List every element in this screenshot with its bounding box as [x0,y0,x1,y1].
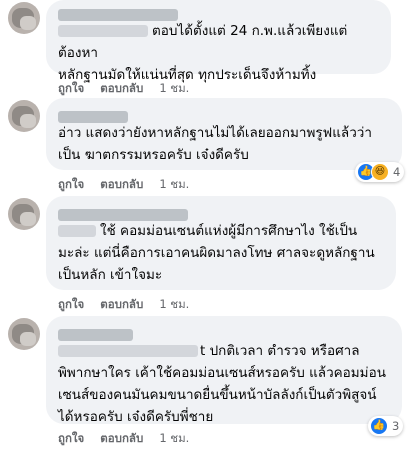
comment-actions: ถูกใจ ตอบกลับ 1 ชม. [58,80,201,98]
commenter-name[interactable] [58,4,379,21]
comment-bubble: ตอบได้ตั้งแต่ 24 ก.พ.แล้วเพียงแต่ต้องหา … [46,0,391,83]
comment-actions: ถูกใจ ตอบกลับ 1 ชม. [58,430,201,448]
like-icon: 👍 [370,417,388,435]
avatar[interactable] [8,318,40,350]
timestamp[interactable]: 1 ชม. [159,297,189,311]
reaction-summary[interactable]: 👍 3 [368,416,404,436]
avatar[interactable] [8,2,40,34]
timestamp[interactable]: 1 ชม. [159,431,189,445]
comment-text: ตอบได้ตั้งแต่ 24 ก.พ.แล้วเพียงแต่ต้องหา … [58,23,348,83]
avatar[interactable] [8,100,40,132]
like-link[interactable]: ถูกใจ [58,177,84,191]
reaction-count: 3 [392,419,400,433]
commenter-name[interactable] [58,106,390,123]
comment-text: อ่าว แสดงว่ายังหาหลักฐานไม่ได้เลยออกมาพร… [58,125,372,163]
commenter-name[interactable] [58,204,384,221]
commenter-name[interactable] [58,324,390,341]
comment-actions: ถูกใจ ตอบกลับ 1 ชม. [58,176,201,194]
like-link[interactable]: ถูกใจ [58,81,84,95]
timestamp[interactable]: 1 ชม. [159,81,189,95]
like-link[interactable]: ถูกใจ [58,431,84,445]
comment-bubble: t ปกติเวลา ตำรวจ หรือศาล พิพากษาใคร เค้า… [46,316,402,425]
reply-link[interactable]: ตอบกลับ [100,177,143,191]
timestamp[interactable]: 1 ชม. [159,177,189,191]
haha-icon: 😆 [371,163,389,181]
comment-text: t ปกติเวลา ตำรวจ หรือศาล พิพากษาใคร เค้า… [58,343,386,425]
reaction-summary[interactable]: 👍 😆 4 [355,162,405,182]
comment-actions: ถูกใจ ตอบกลับ 1 ชม. [58,296,201,314]
reply-link[interactable]: ตอบกลับ [100,297,143,311]
avatar[interactable] [8,198,40,230]
reply-link[interactable]: ตอบกลับ [100,431,143,445]
like-link[interactable]: ถูกใจ [58,297,84,311]
comment-bubble: ใช้ คอมม่อนเซนต์แห่งผู้มีการศึกษาไง ใช้เ… [46,196,396,290]
reaction-count: 4 [393,165,401,179]
reply-link[interactable]: ตอบกลับ [100,81,143,95]
comment-bubble: อ่าว แสดงว่ายังหาหลักฐานไม่ได้เลยออกมาพร… [46,98,402,170]
comment-text: ใช้ คอมม่อนเซนต์แห่งผู้มีการศึกษาไง ใช้เ… [58,223,375,283]
